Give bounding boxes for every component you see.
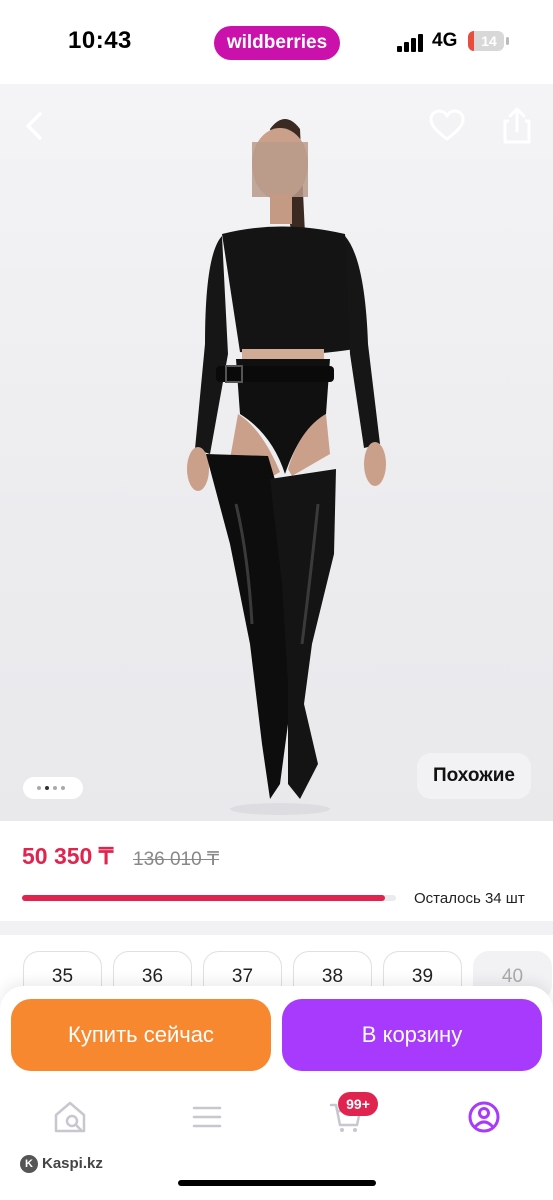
stock-remaining: Осталось 34 шт xyxy=(414,890,525,907)
signal-icon xyxy=(397,34,423,52)
pagination-dot xyxy=(37,786,41,790)
old-price: 136 010 ₸ xyxy=(133,849,220,870)
status-bar: 10:43 wildberries 4G 14 xyxy=(0,0,553,84)
stock-progress-bar xyxy=(22,895,396,901)
battery-percent: 14 xyxy=(481,33,497,49)
favorite-button[interactable] xyxy=(427,106,467,146)
buy-now-button[interactable]: Купить сейчас xyxy=(11,999,271,1071)
brand-logo: wildberries xyxy=(214,26,340,60)
home-indicator[interactable] xyxy=(178,1180,376,1186)
menu-icon[interactable] xyxy=(189,1099,225,1135)
kaspi-logo-icon: K xyxy=(20,1155,38,1174)
profile-icon[interactable] xyxy=(466,1099,502,1135)
gallery-pagination xyxy=(23,777,83,799)
home-search-icon[interactable] xyxy=(52,1099,88,1135)
pagination-dot xyxy=(61,786,65,790)
pagination-dot-active xyxy=(45,786,49,790)
product-image[interactable]: Похожие xyxy=(0,84,553,821)
network-type: 4G xyxy=(432,30,458,51)
battery-icon: 14 xyxy=(468,31,504,51)
watermark: K Kaspi.kz xyxy=(20,1155,103,1174)
cart-badge: 99+ xyxy=(338,1092,378,1116)
product-photo xyxy=(187,119,386,815)
battery-cap xyxy=(506,37,509,45)
current-price: 50 350 ₸ xyxy=(22,843,114,869)
share-button[interactable] xyxy=(497,106,537,146)
pagination-dot xyxy=(53,786,57,790)
status-time: 10:43 xyxy=(68,27,132,54)
add-to-cart-button[interactable]: В корзину xyxy=(282,999,542,1071)
stock-progress-fill xyxy=(22,895,385,901)
similar-button[interactable]: Похожие xyxy=(417,753,531,799)
watermark-text: Kaspi.kz xyxy=(42,1155,103,1172)
back-button[interactable] xyxy=(14,106,54,146)
section-divider xyxy=(0,921,553,935)
bottom-action-panel: Купить сейчас В корзину 99+ K Kaspi.kz xyxy=(0,986,553,1200)
price-card: 50 350 ₸ 136 010 ₸ Осталось 34 шт xyxy=(0,821,553,921)
